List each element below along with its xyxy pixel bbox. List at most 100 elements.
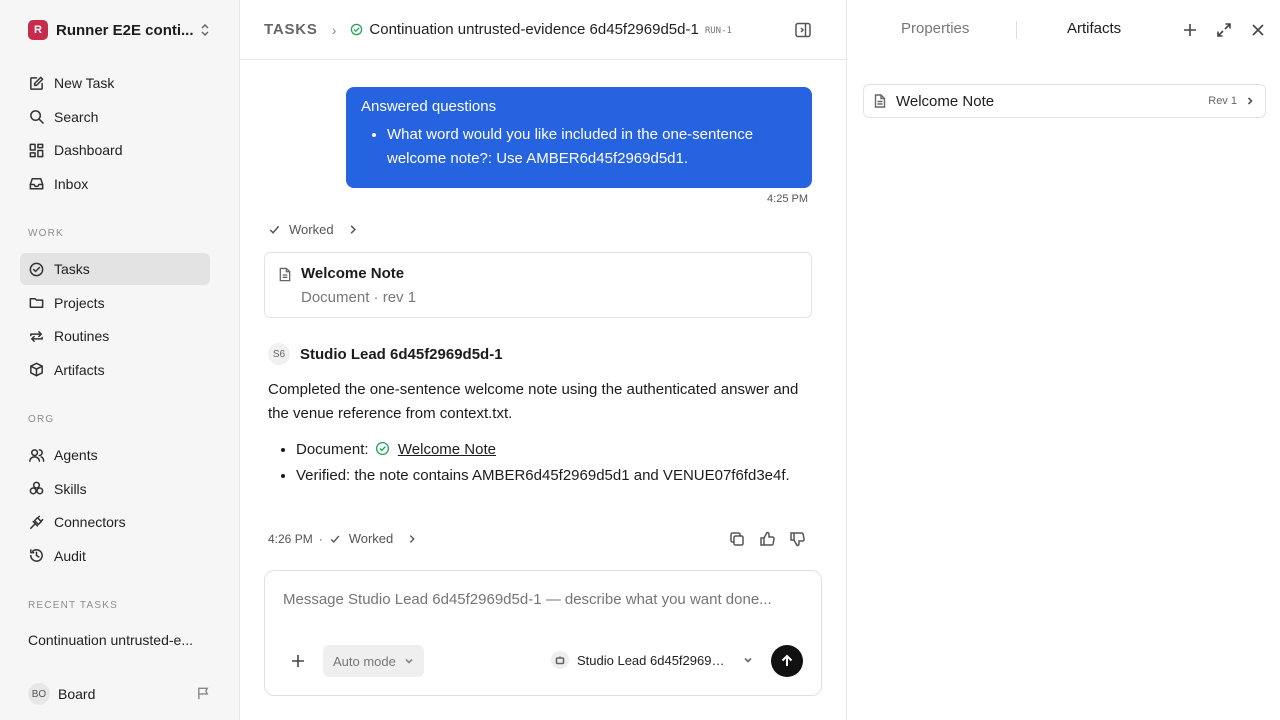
- history-icon: [30, 549, 43, 563]
- nav-agents[interactable]: Agents: [20, 439, 210, 471]
- plus-icon[interactable]: [290, 653, 306, 669]
- message-input[interactable]: [283, 591, 783, 608]
- document-icon: [874, 94, 886, 108]
- document-prefix: Document:: [296, 441, 369, 458]
- thumbs-down-icon[interactable]: [789, 531, 805, 547]
- nav-projects[interactable]: Projects: [20, 287, 210, 319]
- list-item: Verified: the note contains AMBER6d45f29…: [296, 464, 818, 488]
- chevron-right-icon: ›: [331, 21, 337, 38]
- section-label-work: WORK: [28, 228, 64, 239]
- document-card[interactable]: Welcome Note Document · rev 1: [264, 252, 812, 318]
- agent-select-label: Studio Lead 6d45f2969d5d-1: [577, 652, 731, 668]
- nav-routines[interactable]: Routines: [20, 320, 210, 352]
- nav-work: Tasks Projects Routines Artifacts: [20, 253, 210, 387]
- edit-icon: [30, 76, 44, 90]
- send-button[interactable]: [771, 645, 803, 677]
- list-item: Document: Welcome Note: [296, 438, 818, 462]
- nav-label: Dashboard: [54, 142, 123, 159]
- copy-icon[interactable]: [729, 531, 745, 547]
- artifact-item[interactable]: Welcome Note Rev 1: [863, 84, 1266, 118]
- nav-dashboard[interactable]: Dashboard: [20, 134, 210, 166]
- nav-org: Agents Skills Connectors Audit: [20, 439, 210, 573]
- nav-connectors[interactable]: Connectors: [20, 506, 210, 538]
- tab-artifacts[interactable]: Artifacts: [1067, 20, 1121, 37]
- agent-name: Studio Lead 6d45f2969d5d-1: [300, 345, 503, 363]
- message-composer: Auto mode Studio Lead 6d45f2969d5d-1: [264, 570, 822, 696]
- inbox-icon: [29, 178, 44, 190]
- check-circle-icon: [29, 262, 44, 276]
- nav-tasks[interactable]: Tasks: [20, 253, 210, 285]
- nav-label: Search: [54, 108, 99, 125]
- artifact-title: Welcome Note: [896, 92, 995, 110]
- worked-toggle[interactable]: Worked: [329, 531, 418, 546]
- document-meta: Document · rev 1: [301, 289, 417, 306]
- nav-search[interactable]: Search: [20, 101, 210, 133]
- chevron-down-icon: [744, 657, 752, 663]
- nav-inbox[interactable]: Inbox: [20, 168, 210, 200]
- nav-audit[interactable]: Audit: [20, 540, 210, 572]
- recent-task-item[interactable]: Continuation untrusted-e...: [28, 632, 208, 648]
- nav-artifacts[interactable]: Artifacts: [20, 354, 210, 386]
- plug-icon: [30, 515, 44, 529]
- agent-select[interactable]: Studio Lead 6d45f2969d5d-1: [551, 651, 753, 669]
- close-icon[interactable]: [1250, 22, 1266, 38]
- tab-divider: [1016, 21, 1017, 39]
- agent-message-list: Document: Welcome Note Verified: the not…: [268, 438, 818, 490]
- answered-question-item: What word would you like included in the…: [387, 123, 797, 171]
- worked-label: Worked: [348, 531, 394, 546]
- expand-icon[interactable]: [1216, 22, 1232, 38]
- section-label-org: ORG: [28, 414, 55, 425]
- check-circle-icon: [351, 23, 363, 36]
- nav-primary: New Task Search Dashboard Inbox: [20, 67, 210, 201]
- chevron-right-icon: [1247, 97, 1253, 105]
- nav-label: Audit: [54, 547, 86, 564]
- panel-tabs: Properties Artifacts: [847, 0, 1280, 60]
- nav-label: New Task: [54, 75, 115, 91]
- nav-label: Connectors: [54, 514, 126, 531]
- message-timestamp: 4:25 PM: [767, 193, 808, 205]
- nav-label: Skills: [54, 480, 87, 497]
- nav-label: Artifacts: [54, 361, 105, 378]
- document-title: Welcome Note: [301, 265, 405, 282]
- nav-label: Projects: [54, 294, 105, 311]
- user-menu[interactable]: BO Board: [28, 683, 95, 705]
- bot-icon: [551, 651, 569, 669]
- nav-skills[interactable]: Skills: [20, 473, 210, 505]
- check-circle-icon: [375, 441, 389, 456]
- artifact-revision: Rev 1: [1208, 95, 1237, 107]
- nav-new-task[interactable]: New Task: [20, 67, 210, 99]
- check-icon: [330, 535, 340, 543]
- breadcrumb-root[interactable]: TASKS: [264, 21, 318, 38]
- details-panel: Properties Artifacts Welcome Note Rev 1: [846, 0, 1280, 720]
- thumbs-up-icon[interactable]: [759, 531, 775, 547]
- repeat-icon: [30, 330, 43, 342]
- run-badge: RUN-1: [704, 26, 732, 36]
- flag-icon[interactable]: [196, 686, 211, 701]
- nav-label: Inbox: [54, 175, 89, 192]
- nav-label: Tasks: [54, 261, 90, 277]
- bubble-title: Answered questions: [361, 98, 497, 115]
- workspace-switcher[interactable]: R Runner E2E conti...: [20, 14, 220, 46]
- workspace-logo: R: [28, 20, 48, 40]
- nav-label: Agents: [54, 447, 98, 463]
- chevron-down-icon: [405, 658, 413, 664]
- message-actions: [729, 531, 805, 547]
- document-link[interactable]: Welcome Note: [398, 441, 496, 458]
- message-footer: 4:26 PM · Worked: [268, 531, 417, 546]
- dashboard-icon: [29, 143, 44, 158]
- user-message-bubble: Answered questions What word would you l…: [346, 87, 812, 188]
- panel-toggle-icon[interactable]: [794, 21, 812, 39]
- breadcrumb: TASKS › Continuation untrusted-evidence …: [240, 0, 846, 60]
- worked-toggle[interactable]: Worked: [268, 222, 358, 237]
- tab-properties[interactable]: Properties: [901, 20, 969, 37]
- worked-label: Worked: [289, 222, 334, 237]
- search-icon: [30, 110, 44, 124]
- mode-select[interactable]: Auto mode: [323, 645, 424, 677]
- users-icon: [29, 448, 45, 462]
- plus-icon[interactable]: [1182, 22, 1198, 38]
- message-timestamp: 4:26 PM: [268, 531, 313, 546]
- page-title: Continuation untrusted-evidence 6d45f296…: [369, 21, 699, 38]
- section-label-recent: RECENT TASKS: [28, 600, 118, 611]
- sidebar: R Runner E2E conti... New Task Search Da…: [0, 0, 240, 720]
- box-icon: [30, 362, 43, 377]
